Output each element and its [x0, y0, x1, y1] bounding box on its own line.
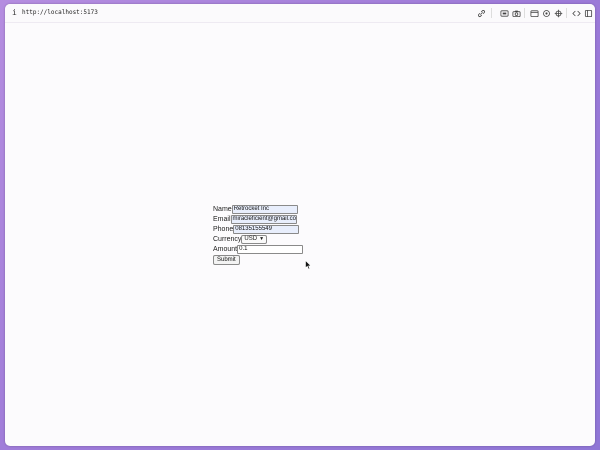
payment-form: Name Retrocket Inc Email miracleficient@… [213, 204, 304, 265]
toolbar-divider [524, 8, 525, 18]
email-input[interactable]: miracleficient@gmail.com [230, 214, 297, 224]
sidebar-icon[interactable] [583, 8, 593, 18]
email-label: Email [213, 215, 231, 223]
submit-row: Submit [213, 254, 303, 265]
phone-label: Phone [213, 225, 234, 233]
phone-input[interactable]: 08135155549 [233, 224, 300, 234]
currency-label: Currency [213, 235, 242, 243]
toolbar-divider [491, 8, 492, 18]
page-content: Name Retrocket Inc Email miracleficient@… [5, 23, 595, 446]
currency-select[interactable]: USD ▼ [241, 234, 268, 244]
screenshot-icon[interactable] [499, 8, 509, 18]
crosshair-icon[interactable] [553, 8, 563, 18]
code-icon[interactable] [571, 8, 581, 18]
toolbar-divider [566, 8, 567, 18]
browser-toolbar: i http://localhost:5173 [5, 4, 595, 23]
email-row: Email miracleficient@gmail.com [213, 214, 303, 224]
currency-row: Currency USD ▼ [213, 234, 303, 244]
name-label: Name [213, 205, 232, 213]
name-row: Name Retrocket Inc [213, 204, 303, 214]
settings-icon[interactable] [541, 8, 551, 18]
chevron-down-icon: ▼ [259, 235, 265, 242]
link-icon[interactable] [476, 8, 486, 18]
phone-row: Phone 08135155549 [213, 224, 303, 234]
browser-window: i http://localhost:5173 Name Retrocket I… [5, 4, 595, 446]
submit-button[interactable]: Submit [213, 254, 240, 265]
info-icon[interactable]: i [12, 7, 17, 19]
camera-icon[interactable] [511, 8, 521, 18]
amount-input[interactable]: 0.1 [237, 244, 304, 254]
amount-row: Amount 0.1 [213, 244, 304, 254]
currency-selected-value: USD [244, 235, 258, 242]
mouse-cursor-icon [305, 260, 312, 270]
window-icon[interactable] [529, 8, 539, 18]
address-bar[interactable]: http://localhost:5173 [22, 7, 98, 19]
name-input[interactable]: Retrocket Inc [231, 204, 298, 214]
amount-label: Amount [213, 245, 238, 253]
